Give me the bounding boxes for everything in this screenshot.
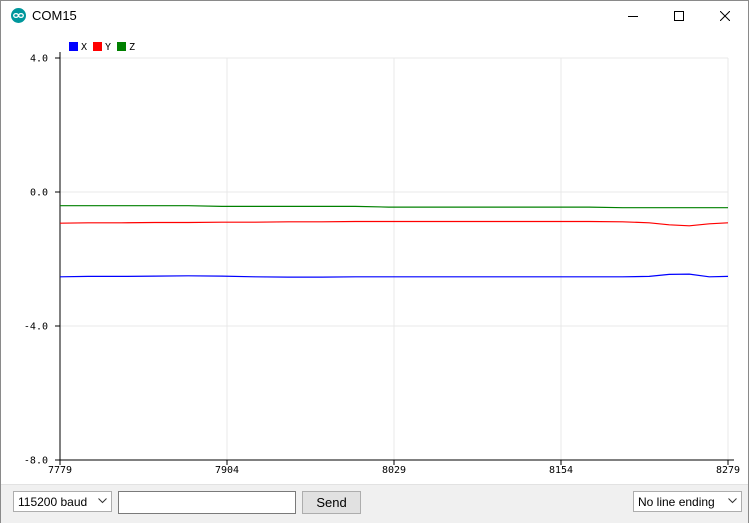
line-ending-value: No line ending bbox=[638, 495, 715, 509]
arduino-logo-icon bbox=[11, 8, 26, 23]
minimize-button[interactable] bbox=[610, 1, 656, 31]
title-bar[interactable]: COM15 bbox=[1, 1, 748, 31]
legend-swatch-z bbox=[117, 42, 126, 51]
x-tick-label: 7779 bbox=[48, 465, 72, 476]
minimize-icon bbox=[628, 16, 638, 17]
baud-rate-select[interactable]: 115200 baud bbox=[13, 491, 112, 512]
legend-label-y: Y bbox=[105, 42, 111, 53]
y-tick-label: 0.0 bbox=[30, 188, 48, 199]
x-tick-label: 8029 bbox=[382, 465, 406, 476]
window-title: COM15 bbox=[32, 8, 77, 23]
legend-label-x: X bbox=[81, 42, 87, 53]
x-tick-label: 7904 bbox=[215, 465, 239, 476]
x-tick-label: 8279 bbox=[716, 465, 740, 476]
maximize-icon bbox=[674, 11, 684, 21]
x-tick-label: 8154 bbox=[549, 465, 573, 476]
close-icon bbox=[720, 11, 730, 21]
legend-label-z: Z bbox=[129, 42, 135, 53]
serial-plot-chart: 4.0 0.0 -4.0 -8.07779 7904 8029 8154 8279 X Y Z bbox=[24, 42, 740, 476]
chevron-down-icon bbox=[728, 498, 737, 504]
line-ending-select[interactable]: No line ending bbox=[633, 491, 742, 512]
y-tick-label: -8.0 bbox=[24, 456, 48, 467]
chevron-down-icon bbox=[98, 498, 107, 504]
legend-swatch-x bbox=[69, 42, 78, 51]
status-bar: 115200 baud Send No line ending bbox=[1, 484, 748, 523]
send-button[interactable]: Send bbox=[302, 491, 361, 514]
baud-rate-value: 115200 baud bbox=[18, 495, 88, 509]
y-tick-label: -4.0 bbox=[24, 322, 48, 333]
legend-swatch-y bbox=[93, 42, 102, 51]
maximize-button[interactable] bbox=[656, 1, 702, 31]
y-tick-label: 4.0 bbox=[30, 54, 48, 65]
close-button[interactable] bbox=[702, 1, 748, 31]
plot-area: 4.0 0.0 -4.0 -8.0 7779 7904 8029 8154 8279 X Y Z bbox=[1, 32, 748, 479]
send-input[interactable] bbox=[118, 491, 296, 514]
serial-plotter-window: COM15 4.0 0.0 -4.0 -8.0 7779 7904 8029 8154 8279… bbox=[0, 0, 749, 523]
